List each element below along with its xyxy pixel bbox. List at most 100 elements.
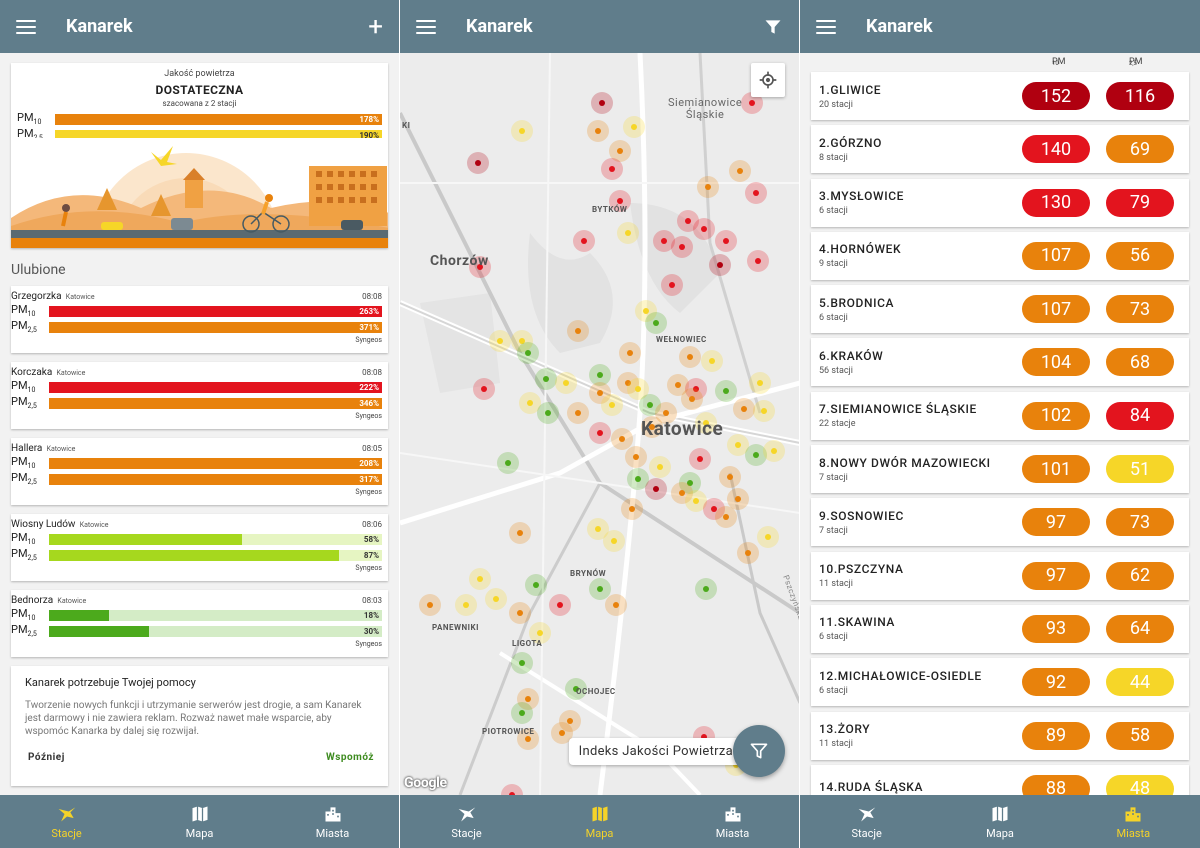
later-button[interactable]: Później [25, 752, 65, 763]
sensor-dot[interactable] [749, 372, 771, 394]
city-row[interactable]: 4.HORNÓWEK 9 stacji 107 56 [811, 231, 1189, 280]
sensor-dot[interactable] [737, 542, 759, 564]
city-row[interactable]: 2.GÓRZNO 8 stacji 140 69 [811, 125, 1189, 174]
sensor-dot[interactable] [747, 250, 769, 272]
nav-cities[interactable]: Miasta [266, 795, 399, 848]
filter-fab[interactable] [733, 725, 785, 777]
sensor-dot[interactable] [715, 506, 737, 528]
sensor-dot[interactable] [715, 230, 737, 252]
nav-stations[interactable]: Stacje [800, 795, 933, 848]
sensor-dot[interactable] [589, 578, 611, 600]
favorite-station-card[interactable]: Bednorza Katowice 08:03 PM10 18% PM2,5 3… [11, 590, 388, 657]
sensor-dot[interactable] [573, 230, 595, 252]
favorite-station-card[interactable]: Wiosny Ludów Katowice 08:06 PM10 58% PM2… [11, 514, 388, 581]
sensor-dot[interactable] [715, 380, 737, 402]
sensor-dot[interactable] [763, 440, 785, 462]
sensor-dot[interactable] [517, 342, 539, 364]
sensor-dot[interactable] [535, 368, 557, 390]
air-quality-index-label[interactable]: Indeks Jakości Powietrza [568, 738, 743, 765]
nav-map[interactable]: Mapa [133, 795, 266, 848]
sensor-dot[interactable] [649, 456, 671, 478]
sensor-dot[interactable] [511, 702, 533, 724]
sensor-dot[interactable] [601, 158, 623, 180]
city-row[interactable]: 6.KRAKÓW 56 stacji 104 68 [811, 338, 1189, 387]
sensor-dot[interactable] [695, 578, 717, 600]
sensor-dot[interactable] [511, 120, 533, 142]
sensor-dot[interactable] [727, 488, 749, 510]
city-row[interactable]: 14.RUDA ŚLĄSKA 88 48 [811, 764, 1189, 795]
menu-icon[interactable] [16, 19, 36, 34]
city-row[interactable]: 12.MICHAŁOWICE-OSIEDLE 6 stacji 92 44 [811, 658, 1189, 707]
favorite-station-card[interactable]: Hallera Katowice 08:05 PM10 208% PM2,5 3… [11, 438, 388, 505]
sensor-dot[interactable] [537, 402, 559, 424]
sensor-dot[interactable] [485, 588, 507, 610]
sensor-dot[interactable] [733, 398, 755, 420]
sensor-dot[interactable] [625, 446, 647, 468]
sensor-dot[interactable] [509, 602, 531, 624]
air-quality-map[interactable]: Siemianowice Śląskie KI Chorzów BYTKÓW WE… [400, 53, 799, 795]
sensor-dot[interactable] [697, 176, 719, 198]
air-quality-summary-card[interactable]: Jakość powietrza DOSTATECZNA szacowana z… [11, 63, 388, 248]
sensor-dot[interactable] [753, 400, 775, 422]
support-button[interactable]: Wspomóż [326, 752, 374, 763]
city-row[interactable]: 10.PSZCZYNA 11 stacji 97 62 [811, 551, 1189, 600]
sensor-dot[interactable] [671, 236, 693, 258]
sensor-dot[interactable] [509, 522, 531, 544]
nav-cities[interactable]: Miasta [1067, 795, 1200, 848]
city-row[interactable]: 8.NOWY DWÓR MAZOWIECKI 7 stacji 101 51 [811, 445, 1189, 494]
sensor-dot[interactable] [591, 92, 613, 114]
sensor-dot[interactable] [745, 182, 767, 204]
nav-map[interactable]: Mapa [933, 795, 1066, 848]
sensor-dot[interactable] [689, 448, 711, 470]
sensor-dot[interactable] [525, 574, 547, 596]
sensor-dot[interactable] [757, 526, 779, 548]
sensor-dot[interactable] [587, 120, 609, 142]
sensor-dot[interactable] [419, 594, 441, 616]
sensor-dot[interactable] [679, 346, 701, 368]
sensor-dot[interactable] [693, 218, 715, 240]
sensor-dot[interactable] [619, 342, 641, 364]
filter-icon[interactable] [763, 17, 783, 37]
sensor-dot[interactable] [567, 320, 589, 342]
favorite-station-card[interactable]: Korczaka Katowice 08:08 PM10 222% PM2,5 … [11, 362, 388, 429]
nav-stations[interactable]: Stacje [0, 795, 133, 848]
sensor-dot[interactable] [567, 402, 589, 424]
add-icon[interactable]: + [368, 14, 383, 40]
sensor-dot[interactable] [549, 594, 571, 616]
sensor-dot[interactable] [645, 312, 667, 334]
sensor-dot[interactable] [729, 160, 751, 182]
city-row[interactable]: 3.MYSŁOWICE 6 stacji 130 79 [811, 178, 1189, 227]
city-row[interactable]: 7.SIEMIANOWICE ŚLĄSKIE 22 stacje 102 84 [811, 391, 1189, 440]
sensor-dot[interactable] [701, 350, 723, 372]
sensor-dot[interactable] [469, 568, 491, 590]
sensor-dot[interactable] [455, 594, 477, 616]
nav-cities[interactable]: Miasta [666, 795, 799, 848]
sensor-dot[interactable] [603, 530, 625, 552]
menu-icon[interactable] [416, 19, 436, 34]
sensor-dot[interactable] [497, 452, 519, 474]
city-row[interactable]: 13.ŻORY 11 stacji 89 58 [811, 711, 1189, 760]
sensor-dot[interactable] [621, 498, 643, 520]
sensor-dot[interactable] [489, 330, 511, 352]
sensor-dot[interactable] [611, 428, 633, 450]
sensor-dot[interactable] [623, 116, 645, 138]
sensor-dot[interactable] [719, 466, 741, 488]
favorite-station-card[interactable]: Grzegorzka Katowice 08:08 PM10 263% PM2,… [11, 286, 388, 353]
city-row[interactable]: 9.SOSNOWIEC 7 stacji 97 73 [811, 498, 1189, 547]
city-row[interactable]: 1.GLIWICE 20 stacji 152 116 [811, 72, 1189, 120]
sensor-dot[interactable] [473, 378, 495, 400]
nav-stations[interactable]: Stacje [400, 795, 533, 848]
my-location-button[interactable] [751, 63, 785, 97]
sensor-dot[interactable] [709, 254, 731, 276]
sensor-dot[interactable] [601, 394, 623, 416]
sensor-dot[interactable] [645, 478, 667, 500]
sensor-dot[interactable] [511, 652, 533, 674]
sensor-dot[interactable] [555, 372, 577, 394]
nav-map[interactable]: Mapa [533, 795, 666, 848]
menu-icon[interactable] [816, 19, 836, 34]
sensor-dot[interactable] [467, 152, 489, 174]
city-row[interactable]: 5.BRODNICA 6 stacji 107 73 [811, 285, 1189, 334]
sensor-dot[interactable] [617, 222, 639, 244]
sensor-dot[interactable] [661, 274, 683, 296]
city-row[interactable]: 11.SKAWINA 6 stacji 93 64 [811, 604, 1189, 653]
